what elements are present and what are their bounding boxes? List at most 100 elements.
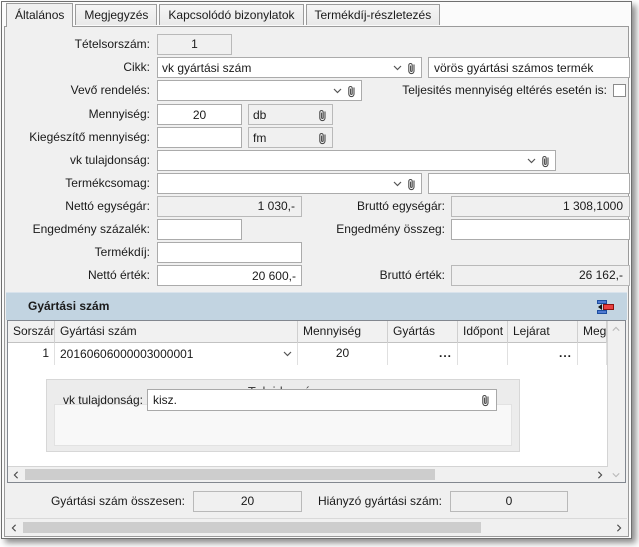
teljesites-checkbox[interactable] (613, 84, 626, 97)
cell-lejarat-ellipsis-button[interactable]: ... (508, 343, 578, 365)
engedmeny-szazalek-field[interactable] (157, 219, 242, 240)
engedmeny-szazalek-label: Engedmény százalék: (2, 219, 150, 240)
paperclip-icon[interactable] (540, 154, 551, 168)
netto-egysegar-value: 1 030,- (157, 196, 302, 217)
cell-sorszam: 1 (8, 343, 55, 365)
group-vk-tulajdonsag-value: kisz. (153, 393, 476, 407)
col-header-lejarat[interactable]: Lejárat (508, 321, 578, 343)
table-horizontal-scrollbar[interactable] (8, 466, 608, 482)
row-kiegeszito-mennyiseg: Kiegészítő mennyiség: fm (2, 127, 631, 148)
cikk-combobox[interactable]: vk gyártási szám (157, 57, 422, 78)
chevron-down-icon[interactable] (393, 65, 402, 71)
cikk-name-field[interactable] (428, 57, 630, 78)
paperclip-icon[interactable] (406, 61, 417, 75)
paperclip-icon[interactable] (406, 177, 417, 191)
vk-tulajdonsag-label: vk tulajdonság: (2, 150, 150, 171)
teljesites-checkbox-label: Teljesités mennyiség eltérés esetén is: (362, 80, 607, 101)
cikk-combobox-value: vk gyártási szám (162, 61, 389, 75)
chevron-left-icon[interactable] (6, 520, 22, 535)
chevron-left-icon[interactable] (8, 467, 24, 482)
kiegeszito-mennyiseg-field[interactable] (157, 127, 242, 148)
col-header-gyartasi-szam[interactable]: Gyártási szám (55, 321, 298, 343)
row-termekcsomag: Termékcsomag: (2, 173, 631, 194)
missing-label: Hiányzó gyártási szám: (302, 491, 442, 512)
cell-gyartas-ellipsis-button[interactable]: ... (388, 343, 458, 365)
gyartasi-szam-section-header: Gyártási szám (6, 292, 627, 320)
netto-egysegar-label: Nettó egységár: (2, 196, 150, 217)
chevron-down-icon[interactable] (393, 181, 402, 187)
chevron-right-icon[interactable] (611, 520, 627, 535)
tetelsorszam-value: 1 (157, 34, 232, 55)
brutto-ertek-value: 26 162,- (451, 265, 630, 286)
termekdij-label: Termékdíj: (2, 242, 150, 263)
group-vk-tulajdonsag-label: vk tulajdonság: (53, 380, 143, 420)
col-header-mennyiseg[interactable]: Mennyiség (298, 321, 388, 343)
group-vk-tulajdonsag-field[interactable]: kisz. (147, 389, 497, 411)
cikk-label: Cikk: (2, 57, 150, 78)
engedmeny-osszeg-label: Engedmény összeg: (307, 219, 445, 240)
gyartasi-szam-table: Sorszám Gyártási szám Mennyiség Gyártás … (7, 320, 626, 483)
paperclip-icon[interactable] (346, 84, 357, 98)
row-ertek: Nettó érték: Bruttó érték: 26 162,- (2, 265, 631, 286)
total-label: Gyártási szám összesen: (2, 491, 185, 512)
brutto-egysegar-value: 1 308,1000 (451, 196, 630, 217)
screenshot-stage: Általános Megjegyzés Kapcsolódó bizonyla… (0, 0, 639, 547)
brutto-ertek-label: Bruttó érték: (307, 265, 445, 286)
cell-megjegyzes[interactable] (578, 343, 607, 365)
chevron-up-icon[interactable] (608, 321, 624, 336)
row-mennyiseg: Mennyiség: db (2, 104, 631, 125)
termekcsomag-combobox[interactable] (157, 173, 422, 194)
row-vk-tulajdonsag: vk tulajdonság: (2, 150, 631, 171)
col-header-idopont[interactable]: Időpont (458, 321, 508, 343)
mennyiseg-unit-value: db (253, 108, 313, 122)
col-header-sorszam[interactable]: Sorszám (8, 321, 55, 343)
netto-ertek-label: Nettó érték: (2, 265, 150, 286)
window-horizontal-scrollbar[interactable] (6, 518, 627, 535)
table-vertical-scrollbar[interactable] (607, 321, 625, 482)
netto-ertek-field[interactable] (157, 265, 302, 286)
tab-megjegyzes[interactable]: Megjegyzés (75, 4, 157, 25)
col-header-gyartas[interactable]: Gyártás (388, 321, 458, 343)
grid-rows-icon[interactable] (597, 299, 615, 315)
row-cikk: Cikk: vk gyártási szám (2, 57, 631, 78)
vk-tulajdonsag-combobox[interactable] (157, 150, 556, 171)
kiegeszito-mennyiseg-label: Kiegészítő mennyiség: (2, 127, 150, 148)
cell-idopont[interactable] (458, 343, 508, 365)
paperclip-icon[interactable] (317, 131, 328, 145)
termekcsomag-name-field[interactable] (428, 173, 630, 194)
summary-row: Gyártási szám összesen: 20 Hiányzó gyárt… (2, 491, 631, 513)
chevron-down-icon[interactable] (527, 158, 536, 164)
kiegeszito-unit-value: fm (253, 131, 313, 145)
tab-termekdij-reszletezes[interactable]: Termékdíj-részletezés (306, 4, 441, 25)
tetelsorszam-label: Tételsorszám: (2, 34, 150, 55)
chevron-right-icon[interactable] (592, 467, 608, 482)
paperclip-icon[interactable] (317, 108, 328, 122)
chevron-down-icon[interactable] (608, 467, 624, 482)
kiegeszito-unit-field: fm (248, 127, 333, 148)
chevron-down-icon[interactable] (333, 88, 342, 94)
col-header-megjegyzes[interactable]: Megj (578, 321, 607, 343)
row-egysegar: Nettó egységár: 1 030,- Bruttó egységár:… (2, 196, 631, 217)
detail-window: Általános Megjegyzés Kapcsolódó bizonyla… (1, 1, 632, 539)
vevo-rendeles-combobox[interactable] (157, 80, 362, 101)
scrollbar-thumb[interactable] (23, 522, 481, 533)
paperclip-icon[interactable] (480, 393, 491, 407)
mennyiseg-unit-field: db (248, 104, 333, 125)
chevron-down-icon[interactable] (283, 351, 292, 357)
tab-kapcsolodo-bizonylatok[interactable]: Kapcsolódó bizonylatok (159, 4, 303, 25)
row-termekdij: Termékdíj: (2, 242, 631, 263)
cell-mennyiseg[interactable]: 20 (298, 343, 388, 365)
cell-gyartasi-szam-combobox[interactable]: 20160606000003000001 (55, 343, 298, 365)
scrollbar-thumb[interactable] (25, 469, 435, 480)
engedmeny-osszeg-field[interactable] (451, 219, 630, 240)
mennyiseg-field[interactable] (157, 104, 242, 125)
table-row: 1 20160606000003000001 20 ... ... (8, 343, 607, 365)
vevo-rendeles-label: Vevő rendelés: (2, 80, 150, 101)
gyartasi-szam-value: 20160606000003000001 (60, 344, 279, 365)
termekdij-field[interactable] (157, 242, 302, 263)
section-title: Gyártási szám (28, 293, 109, 320)
table-header-row: Sorszám Gyártási szám Mennyiség Gyártás … (8, 321, 607, 343)
tab-altalanos[interactable]: Általános (6, 3, 73, 27)
row-engedmeny: Engedmény százalék: Engedmény összeg: (2, 219, 631, 240)
row-tetelsorszam: Tételsorszám: 1 (2, 34, 631, 55)
